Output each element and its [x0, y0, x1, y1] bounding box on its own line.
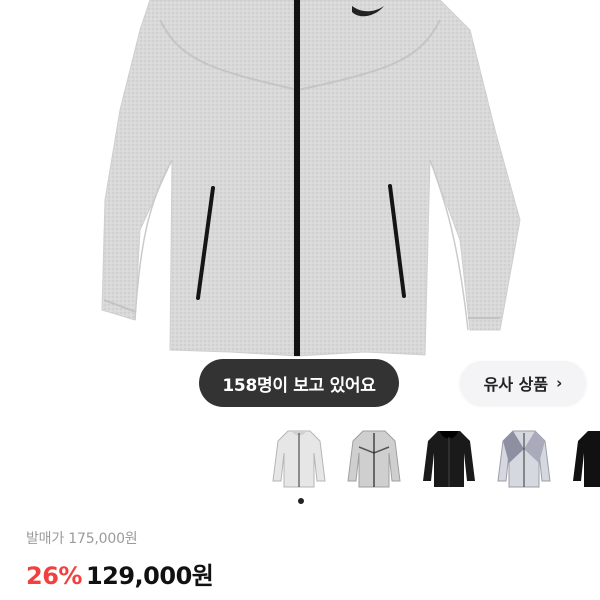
chevron-right-icon: › [556, 374, 563, 392]
similar-products-button[interactable]: 유사 상품 › [460, 361, 586, 405]
similar-products-carousel[interactable] [270, 423, 600, 493]
sale-price-row: 26% 129,000원 [26, 556, 214, 591]
product-image[interactable] [0, 0, 600, 420]
discount-rate: 26% [26, 562, 82, 590]
grey-purple-hoodie-thumb [497, 430, 551, 488]
sale-price: 129,000원 [85, 562, 214, 590]
zipper-line [294, 0, 300, 356]
black-hoodie-thumb [423, 431, 475, 487]
zip-hoodie-image [101, 0, 521, 357]
grey-hoodie-thumb [347, 430, 401, 488]
viewer-count-label: 158명이 보고 있어요 [222, 375, 376, 396]
similar-product-thumb[interactable] [495, 423, 553, 493]
viewer-count-badge: 158명이 보고 있어요 [199, 359, 399, 407]
similar-product-thumb[interactable] [345, 423, 403, 493]
original-price: 발매가 175,000원 [26, 531, 138, 547]
similar-products-label: 유사 상품 [483, 375, 549, 394]
black-hoodie-thumb-2 [573, 431, 600, 487]
similar-product-thumb[interactable] [270, 423, 328, 493]
similar-product-thumb[interactable] [570, 423, 600, 493]
similar-product-thumb[interactable] [420, 423, 478, 493]
carousel-page-indicator [298, 498, 304, 504]
white-hoodie-thumb [272, 430, 326, 488]
